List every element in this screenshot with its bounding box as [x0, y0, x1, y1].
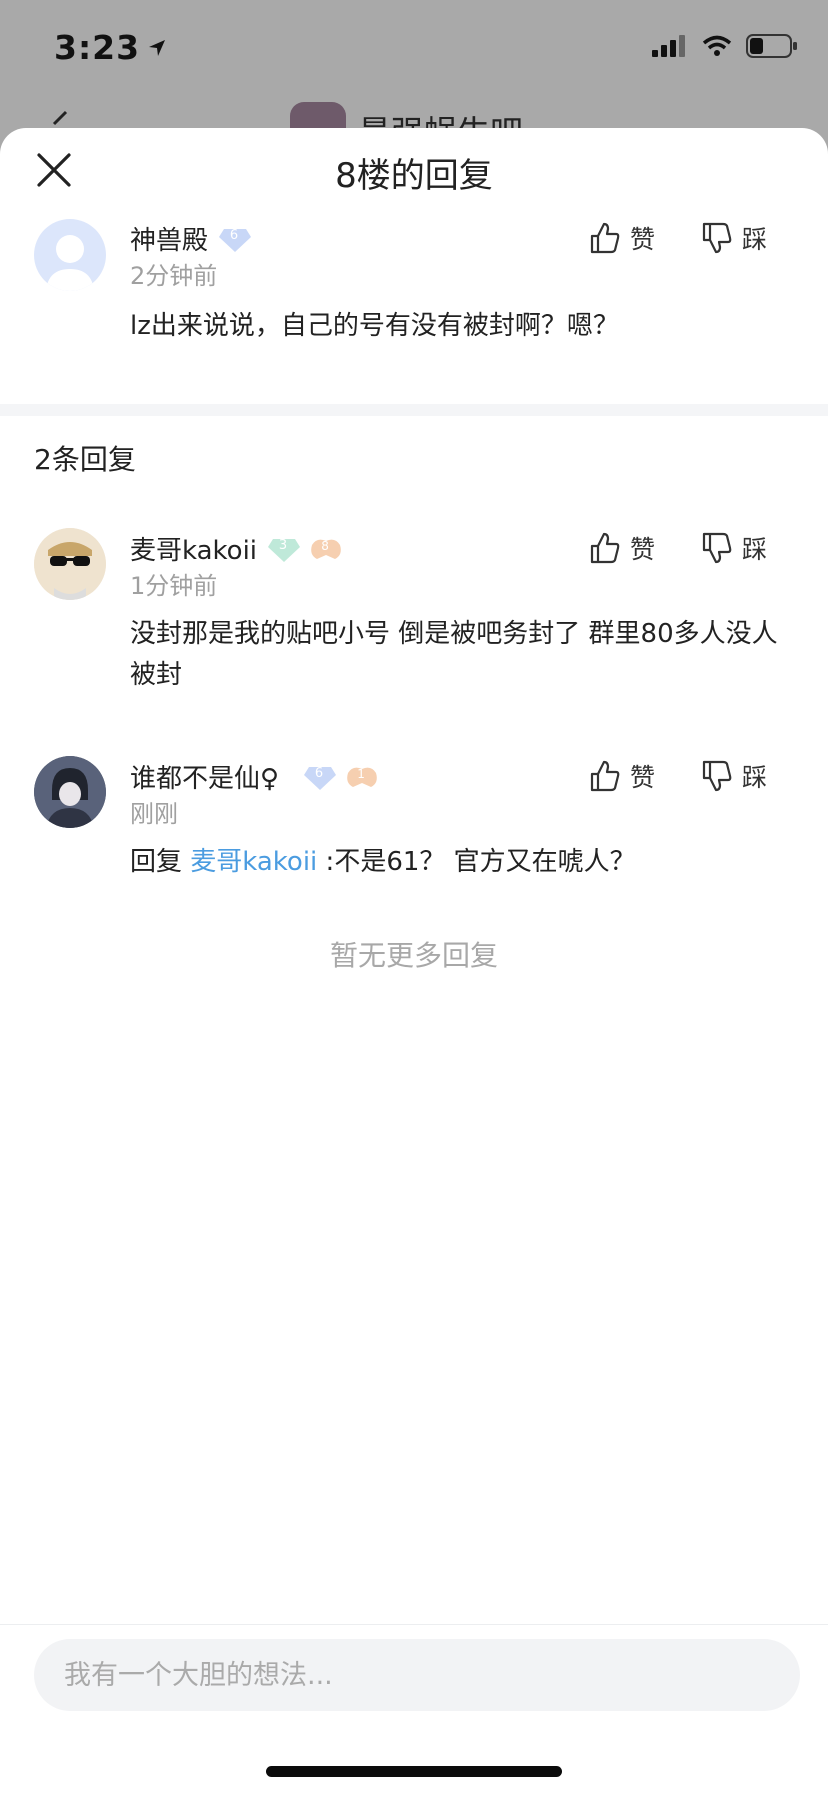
- battery-icon: [746, 34, 797, 58]
- status-time: 3:23: [54, 28, 166, 67]
- section-divider: [0, 404, 828, 416]
- default-avatar-icon: [46, 235, 94, 291]
- no-more-replies: 暂无更多回复: [329, 939, 498, 972]
- avatar-portrait-icon: [34, 756, 106, 828]
- dislike-button[interactable]: 踩: [702, 220, 767, 256]
- reply-time: 1分钟前: [130, 572, 218, 600]
- level-badge-icon: 6: [303, 765, 337, 790]
- home-indicator[interactable]: [266, 1766, 562, 1777]
- level-badge-icon: 3: [267, 537, 301, 562]
- thumbs-down-icon: [702, 222, 732, 254]
- sheet-header: 8楼的回复: [0, 128, 828, 216]
- username-row: 麦哥kakoii 3 8: [130, 530, 341, 567]
- wifi-icon: [702, 35, 732, 56]
- like-label: 赞: [630, 535, 656, 564]
- thumbs-down-icon: [702, 532, 732, 564]
- like-button[interactable]: 赞: [590, 758, 655, 794]
- avatar-sunglasses-icon: [34, 528, 106, 600]
- reply-text: :不是61？ 官方又在唬人？: [317, 847, 636, 877]
- dislike-label: 踩: [742, 225, 768, 254]
- fan-badge-icon: 1: [345, 765, 377, 789]
- post-content: lz出来说说，自己的号有没有被封啊？嗯？: [130, 311, 619, 341]
- post-time: 2分钟前: [130, 262, 218, 290]
- location-arrow-icon: [149, 39, 166, 56]
- dislike-button[interactable]: 踩: [702, 530, 767, 566]
- sheet-title: 8楼的回复: [335, 156, 493, 196]
- avatar[interactable]: [34, 528, 106, 600]
- reply-count: 2条回复: [34, 443, 136, 476]
- main-post: 神兽殿 6 2分钟前 lz出来说说，自己的号有没有被封啊？嗯？ 赞 踩: [0, 216, 828, 356]
- reply-time: 刚刚: [130, 800, 178, 828]
- username[interactable]: 谁都不是仙♀: [130, 758, 279, 795]
- username[interactable]: 神兽殿: [130, 220, 208, 257]
- thumbs-up-icon: [590, 760, 620, 792]
- level-number: 6: [229, 227, 239, 243]
- level-number: 3: [278, 537, 288, 553]
- like-label: 赞: [630, 225, 656, 254]
- username-row: 神兽殿 6: [130, 220, 252, 257]
- fan-badge-icon: 8: [309, 537, 341, 561]
- like-button[interactable]: 赞: [590, 220, 655, 256]
- status-time-text: 3:23: [54, 28, 141, 67]
- dislike-label: 踩: [742, 535, 768, 564]
- thumbs-up-icon: [590, 532, 620, 564]
- username-row: 谁都不是仙♀ 6 1: [130, 758, 377, 795]
- thumbs-down-icon: [702, 760, 732, 792]
- reply-content: 没封那是我的贴吧小号 倒是被吧务封了 群里80多人没人被封: [130, 619, 778, 690]
- like-button[interactable]: 赞: [590, 530, 655, 566]
- avatar[interactable]: [34, 219, 106, 291]
- status-indicators: [652, 34, 798, 58]
- avatar[interactable]: [34, 756, 106, 828]
- reply-content: 回复 麦哥kakoii :不是61？ 官方又在唬人？: [130, 842, 788, 883]
- username[interactable]: 麦哥kakoii: [130, 530, 257, 567]
- like-label: 赞: [630, 763, 656, 792]
- reply-prefix: 回复: [130, 847, 191, 877]
- reply-input[interactable]: [34, 1639, 800, 1711]
- signal-icon: [652, 35, 685, 57]
- dislike-label: 踩: [742, 763, 768, 792]
- badge-number: 1: [357, 766, 365, 781]
- reply-sheet: 8楼的回复 神兽殿 6 2分钟前 lz出来说说，自己的号有没有被封啊？嗯？ 赞: [0, 128, 828, 1792]
- level-number: 6: [314, 765, 324, 781]
- badge-number: 8: [321, 538, 329, 553]
- dislike-button[interactable]: 踩: [702, 758, 767, 794]
- thumbs-up-icon: [590, 222, 620, 254]
- reply-item: 麦哥kakoii 3 8 1分钟前 没封那是我的贴吧小号 倒是被吧务封了 群里8…: [0, 528, 828, 728]
- level-badge-icon: 6: [218, 227, 252, 252]
- reply-item: 谁都不是仙♀ 6 1 刚刚 回复 麦哥kakoii :不是61？ 官方又在唬人？…: [0, 756, 828, 916]
- reply-to-link[interactable]: 麦哥kakoii: [190, 847, 317, 877]
